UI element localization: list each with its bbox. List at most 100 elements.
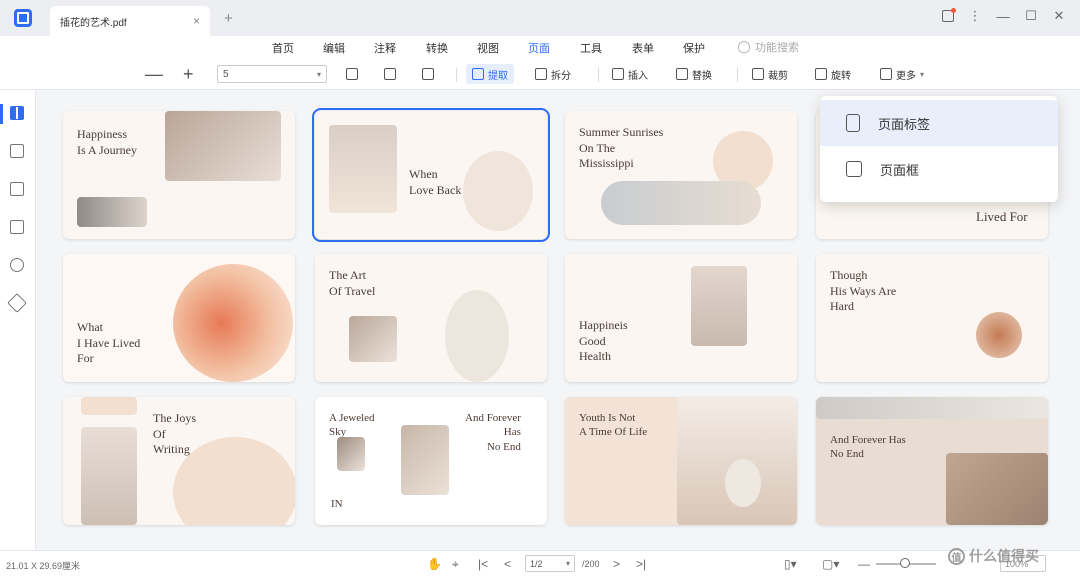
thumbnail-title: A Jeweled Sky	[329, 412, 375, 439]
page-thumbnail[interactable]: Happineis Good Health	[565, 254, 797, 382]
hand-tool-icon[interactable]: ✋	[427, 557, 442, 571]
total-pages: /200	[582, 559, 600, 569]
menu-tools[interactable]: 工具	[580, 40, 602, 56]
rotate-label: 旋转	[831, 70, 851, 82]
first-page-icon[interactable]: |<	[478, 557, 488, 571]
zoom-in-button[interactable]: +	[183, 64, 199, 84]
more-button[interactable]: 更多 ▾	[880, 64, 924, 84]
page-dimensions: 21.01 X 29.69厘米	[6, 561, 81, 571]
menu-item-label: 页面框	[880, 162, 920, 178]
thumbnail-subtitle: And Forever Has No End	[465, 412, 521, 453]
more-dropdown-menu: 页面标签 页面框	[820, 96, 1058, 202]
close-window-icon[interactable]: ✕	[1052, 8, 1066, 24]
window-controls: ⋮ — ☐ ✕	[942, 8, 1066, 24]
page-layout-icon[interactable]: ▯▾	[784, 557, 797, 571]
insert-icon	[612, 68, 624, 80]
page-label-icon	[846, 114, 860, 132]
thumbnails-icon	[10, 106, 24, 120]
page-insert-icon	[346, 68, 358, 80]
extract-icon	[472, 68, 484, 80]
crop-label: 裁剪	[768, 70, 788, 82]
zoom-out-icon[interactable]: —	[858, 557, 870, 571]
rotate-button[interactable]: 旋转	[815, 64, 851, 84]
current-page-value: 1/2	[530, 558, 543, 569]
sidebar-thumbnails[interactable]	[0, 104, 26, 124]
minimize-icon[interactable]: —	[996, 9, 1010, 24]
menu-item-page-box[interactable]: 页面框	[820, 146, 1058, 192]
previous-page-icon[interactable]: <	[504, 557, 511, 571]
replace-label: 替换	[692, 70, 712, 82]
page-thumbnail[interactable]: Happiness Is A Journey	[63, 111, 295, 239]
watermark-logo-icon: 值	[948, 547, 965, 565]
sidebar-bookmarks[interactable]	[10, 144, 26, 160]
menu-page[interactable]: 页面	[528, 40, 550, 60]
thumbnail-title: The Art Of Travel	[329, 268, 376, 298]
thumbnail-in-label: IN	[331, 498, 343, 510]
page-thumbnail[interactable]: The Joys Of Writing	[63, 397, 295, 525]
next-page-icon[interactable]: >	[613, 557, 620, 571]
page-thumbnail[interactable]: A Jeweled Sky And Forever Has No End IN	[315, 397, 547, 525]
list-icon	[880, 68, 892, 80]
insert-label: 插入	[628, 70, 648, 82]
extract-button[interactable]: 提取	[466, 64, 514, 84]
attachment-icon	[10, 220, 24, 234]
page-thumbnail[interactable]: When Love Back To You	[312, 108, 550, 242]
thumbnail-title: What I Have Lived For	[77, 320, 141, 366]
menu-item-page-labels[interactable]: 页面标签	[820, 100, 1058, 146]
menu-view[interactable]: 视图	[477, 40, 499, 56]
page-thumbnail[interactable]: Summer Sunrises On The Mississippi	[565, 111, 797, 239]
layers-icon	[7, 293, 27, 313]
menu-form[interactable]: 表单	[632, 40, 654, 56]
sidebar-search[interactable]	[10, 258, 26, 274]
sidebar-comments[interactable]	[10, 182, 26, 198]
new-tab-icon[interactable]: +	[224, 10, 233, 27]
thumbnail-title: Happiness Is A Journey	[77, 127, 137, 157]
notification-icon[interactable]	[942, 8, 956, 22]
last-page-icon[interactable]: >|	[636, 557, 646, 571]
menu-convert[interactable]: 转换	[426, 40, 448, 56]
menu-item-label: 页面标签	[878, 116, 931, 132]
menu-edit[interactable]: 编辑	[323, 40, 345, 56]
document-tab[interactable]: 插花的艺术.pdf ×	[50, 6, 210, 36]
sidebar-layers[interactable]	[7, 293, 27, 313]
menu-protect[interactable]: 保护	[683, 40, 705, 56]
page-number-select[interactable]: 5 ▾	[217, 65, 327, 83]
feature-search[interactable]: 功能搜索	[738, 39, 799, 55]
zoom-slider-knob[interactable]	[900, 558, 910, 568]
chevron-down-icon: ▾	[920, 69, 925, 79]
thumbnail-title: And Forever Has No End	[830, 434, 906, 461]
replace-button[interactable]: 替换	[676, 64, 712, 84]
menu-annotate[interactable]: 注释	[374, 40, 396, 56]
status-bar: 21.01 X 29.69厘米 ✋ ⌖ |< < 1/2 ▾ /200 > >|…	[0, 550, 1080, 576]
page-thumbnail[interactable]: And Forever Has No End	[816, 397, 1048, 525]
insert-blank-page-button[interactable]	[346, 64, 358, 84]
trash-icon	[422, 68, 434, 80]
search-icon	[10, 258, 24, 272]
sidebar-attachments[interactable]	[10, 220, 26, 236]
thumbnail-title: Youth Is Not A Time Of Life	[579, 412, 648, 439]
page-thumbnail[interactable]: The Art Of Travel	[315, 254, 547, 382]
split-icon	[535, 68, 547, 80]
rotate-icon	[815, 68, 827, 80]
page-thumbnail[interactable]: What I Have Lived For	[63, 254, 295, 382]
import-page-button[interactable]	[384, 64, 396, 84]
current-page-input[interactable]: 1/2 ▾	[525, 555, 575, 572]
close-tab-icon[interactable]: ×	[193, 14, 200, 28]
more-options-icon[interactable]: ⋮	[968, 8, 982, 24]
insert-button[interactable]: 插入	[612, 64, 648, 84]
left-sidebar	[0, 90, 36, 550]
split-button[interactable]: 拆分	[535, 64, 571, 84]
zoom-out-button[interactable]: —	[145, 64, 163, 84]
chevron-down-icon: ▾	[316, 69, 321, 79]
zoom-slider[interactable]	[876, 558, 936, 568]
page-thumbnail[interactable]: Youth Is Not A Time Of Life	[565, 397, 797, 525]
crop-button[interactable]: 裁剪	[752, 64, 788, 84]
replace-icon	[676, 68, 688, 80]
page-thumbnail[interactable]: Though His Ways Are Hard	[816, 254, 1048, 382]
select-tool-icon[interactable]: ⌖	[452, 557, 459, 572]
menu-home[interactable]: 首页	[272, 40, 294, 56]
delete-page-button[interactable]	[422, 64, 434, 84]
maximize-icon[interactable]: ☐	[1024, 8, 1038, 24]
fit-page-icon[interactable]: ▢▾	[822, 557, 839, 571]
comment-icon	[10, 182, 24, 196]
